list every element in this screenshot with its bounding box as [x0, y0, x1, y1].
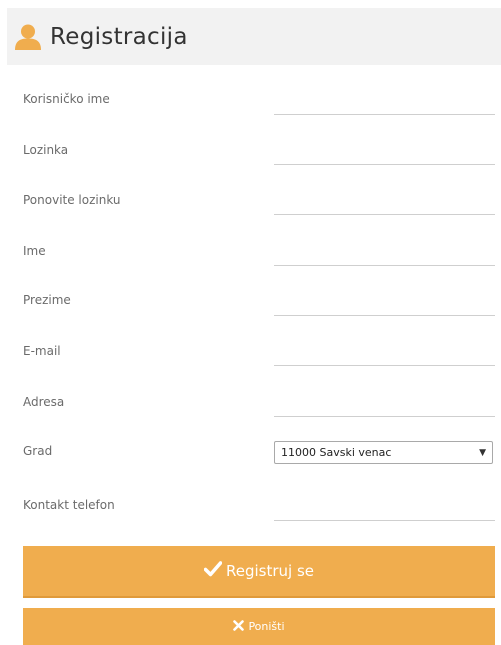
register-button[interactable]: Registruj se: [23, 546, 495, 598]
city-label: Grad: [23, 444, 53, 458]
address-field[interactable]: [274, 394, 495, 417]
registration-panel: Registracija Korisničko ime Lozinka Pono…: [7, 8, 501, 645]
address-label: Adresa: [23, 395, 65, 409]
checkmark-icon: [203, 561, 223, 581]
password-repeat-label: Ponovite lozinku: [23, 193, 121, 207]
first-name-field[interactable]: [274, 243, 495, 266]
password-repeat-field[interactable]: [274, 192, 495, 215]
last-name-field[interactable]: [274, 293, 495, 316]
close-icon: [233, 619, 245, 634]
phone-label: Kontakt telefon: [23, 498, 115, 512]
first-name-label: Ime: [23, 244, 46, 258]
username-label: Korisničko ime: [23, 92, 110, 106]
email-field[interactable]: [274, 343, 495, 366]
panel-header: Registracija: [7, 8, 501, 65]
register-button-label: Registruj se: [225, 562, 314, 580]
page-title: Registracija: [50, 23, 188, 50]
last-name-label: Prezime: [23, 293, 71, 307]
city-select-value: 11000 Savski venac: [281, 446, 392, 459]
password-label: Lozinka: [23, 143, 69, 157]
city-select[interactable]: 11000 Savski venac ▼: [274, 441, 493, 464]
reset-button[interactable]: Poništi: [23, 608, 495, 645]
password-field[interactable]: [274, 142, 495, 165]
email-label: E-mail: [23, 344, 61, 358]
user-icon: [14, 23, 42, 51]
username-field[interactable]: [274, 92, 495, 115]
phone-field[interactable]: [274, 498, 495, 521]
reset-button-label: Poništi: [248, 620, 285, 633]
dropdown-arrow-icon: ▼: [479, 447, 486, 458]
